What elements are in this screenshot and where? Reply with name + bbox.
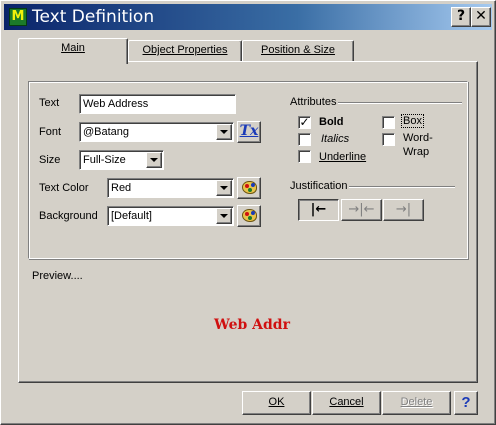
text-color-dropdown-arrow-icon[interactable] bbox=[216, 180, 232, 196]
app-icon: M bbox=[9, 8, 27, 26]
justification-heading: Justification bbox=[290, 180, 348, 192]
cancel-button[interactable]: Cancel bbox=[312, 391, 381, 415]
help-title-button[interactable]: ? bbox=[451, 7, 471, 27]
help-icon: ? bbox=[461, 394, 471, 411]
italics-checkbox[interactable] bbox=[298, 133, 311, 146]
box-checkbox[interactable] bbox=[382, 116, 395, 129]
tab-position-size[interactable]: Position & Size bbox=[242, 40, 354, 62]
tab-main[interactable]: Main bbox=[18, 38, 128, 64]
size-select-value: Full-Size bbox=[83, 154, 126, 166]
tab-object-properties[interactable]: Object Properties bbox=[128, 40, 242, 62]
text-format-icon: Tx bbox=[239, 123, 259, 139]
text-color-select[interactable]: Red bbox=[107, 178, 234, 198]
justification-divider bbox=[349, 186, 455, 188]
background-dropdown-arrow-icon[interactable] bbox=[216, 208, 232, 224]
ok-button[interactable]: OK bbox=[242, 391, 311, 415]
word-wrap-checkbox[interactable] bbox=[382, 133, 395, 146]
delete-button[interactable]: Delete bbox=[382, 391, 451, 415]
background-select-value: [Default] bbox=[111, 210, 152, 222]
bold-checkbox[interactable]: ✓ bbox=[298, 116, 311, 129]
italics-label: Italics bbox=[321, 133, 350, 145]
underline-checkbox[interactable] bbox=[298, 150, 311, 163]
palette-icon bbox=[242, 181, 257, 194]
box-label: Box bbox=[401, 114, 424, 128]
preview-label: Preview.... bbox=[32, 270, 83, 282]
underline-label: Underline bbox=[319, 151, 367, 163]
justify-center-button[interactable]: →|← bbox=[341, 199, 382, 221]
attributes-heading: Attributes bbox=[290, 96, 337, 108]
attributes-divider bbox=[338, 102, 462, 104]
bold-label: Bold bbox=[319, 116, 344, 128]
title-bar[interactable]: M Text Definition ? ✕ bbox=[4, 4, 492, 30]
word-wrap-label-line2: Wrap bbox=[403, 146, 430, 158]
text-color-select-value: Red bbox=[111, 182, 132, 194]
text-input[interactable]: Web Address bbox=[79, 94, 236, 114]
font-label: Font bbox=[39, 126, 62, 138]
size-select[interactable]: Full-Size bbox=[79, 150, 164, 170]
window-title: Text Definition bbox=[32, 7, 155, 27]
ok-button-label: OK bbox=[268, 396, 285, 408]
tab-position-size-label: Position & Size bbox=[261, 44, 335, 56]
text-label: Text bbox=[39, 97, 60, 109]
font-select[interactable]: @Batang bbox=[79, 122, 234, 142]
background-label: Background bbox=[39, 210, 98, 222]
background-select[interactable]: [Default] bbox=[107, 206, 234, 226]
justify-left-button[interactable]: |← bbox=[298, 199, 339, 221]
size-label: Size bbox=[39, 154, 61, 166]
text-color-picker-button[interactable] bbox=[237, 177, 261, 199]
word-wrap-label-line1: Word- bbox=[403, 132, 433, 144]
tab-main-label: Main bbox=[61, 42, 85, 54]
tab-object-properties-label: Object Properties bbox=[142, 44, 228, 56]
font-dropdown-arrow-icon[interactable] bbox=[216, 124, 232, 140]
size-dropdown-arrow-icon[interactable] bbox=[146, 152, 162, 168]
delete-button-label: Delete bbox=[400, 396, 433, 408]
text-definition-window: M Text Definition ? ✕ Main Object Proper… bbox=[0, 0, 496, 425]
help-button[interactable]: ? bbox=[454, 391, 478, 415]
background-color-picker-button[interactable] bbox=[237, 205, 261, 227]
palette-icon bbox=[242, 209, 257, 222]
cancel-button-label: Cancel bbox=[329, 396, 364, 408]
justify-right-button[interactable]: →| bbox=[383, 199, 424, 221]
preview-text: Web Addr bbox=[214, 317, 290, 333]
font-select-value: @Batang bbox=[83, 126, 130, 138]
close-button[interactable]: ✕ bbox=[471, 7, 491, 27]
text-style-button[interactable]: Tx bbox=[237, 121, 261, 143]
text-color-label: Text Color bbox=[39, 182, 89, 194]
